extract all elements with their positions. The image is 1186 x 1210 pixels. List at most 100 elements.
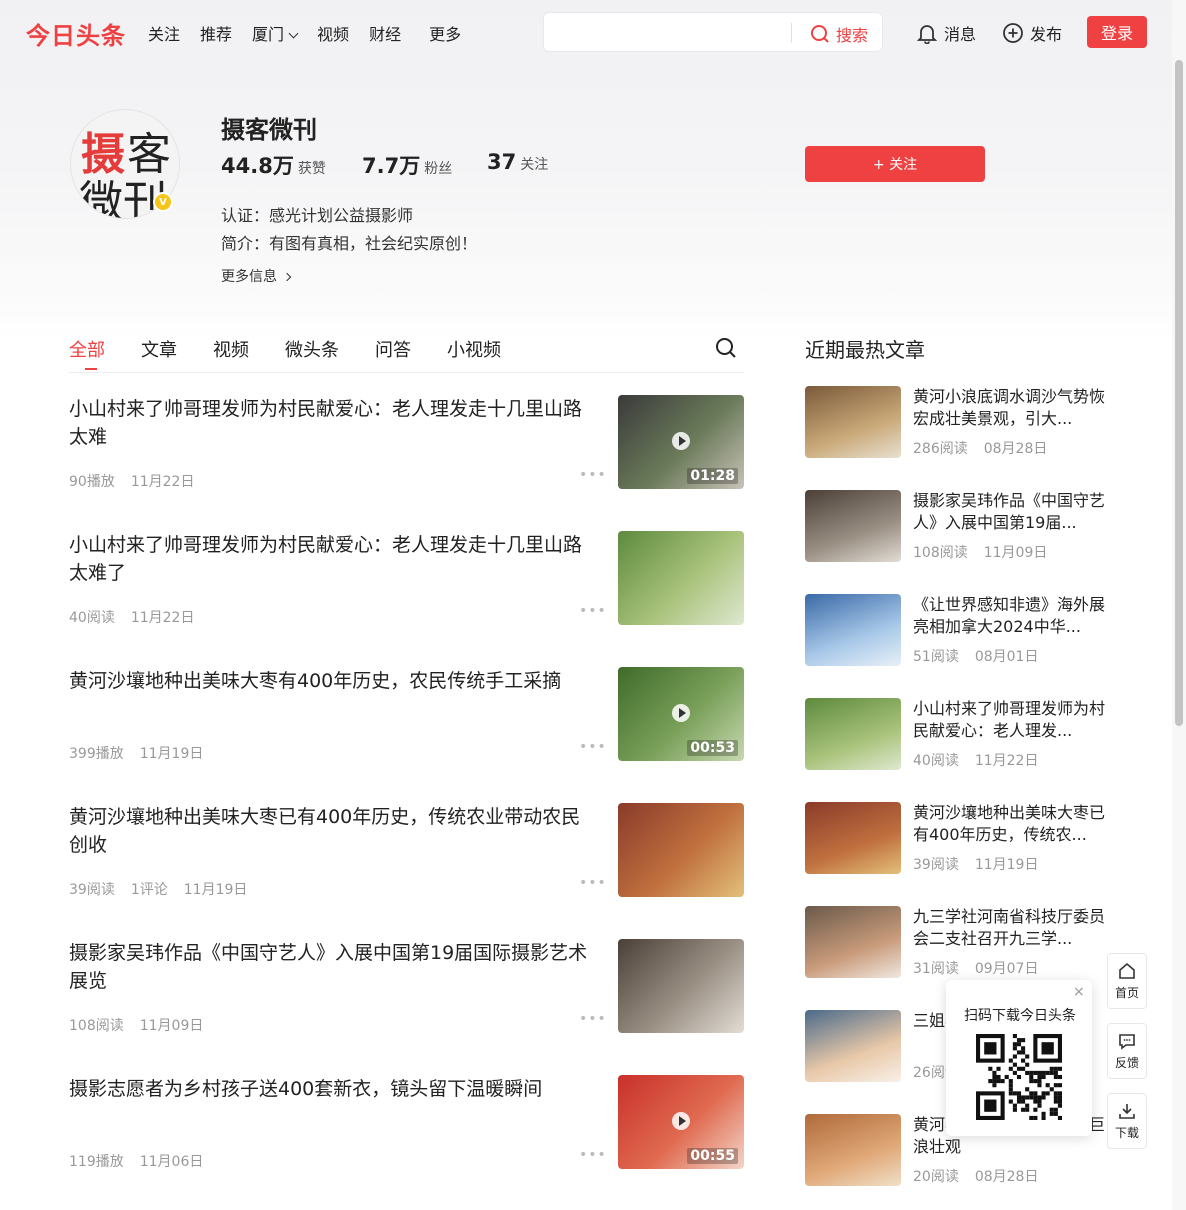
- hot-article-stat: 08月01日: [974, 649, 1039, 665]
- hot-article-item[interactable]: 摄影家吴玮作品《中国守艺人》入展中国第19届... 108阅读 11月09日: [805, 490, 1105, 564]
- search-icon: [716, 338, 736, 358]
- feed-item-title[interactable]: 小山村来了帅哥理发师为村民献爱心：老人理发走十几里山路太难了: [69, 531, 597, 587]
- tab-search-button[interactable]: [714, 336, 738, 364]
- hot-article-meta: 31阅读 09月07日: [913, 958, 1038, 978]
- search-button[interactable]: 搜索: [810, 22, 868, 46]
- follow-button[interactable]: + 关注: [805, 146, 985, 182]
- video-duration: 00:55: [687, 1148, 738, 1164]
- top-nav: 关注 推荐 厦门 视频 财经 更多: [148, 21, 481, 45]
- download-side-label: 下载: [1114, 1126, 1139, 1140]
- more-options-icon[interactable]: •••: [579, 1147, 607, 1163]
- more-info-link[interactable]: 更多信息: [221, 266, 292, 286]
- hot-article-thumbnail[interactable]: [805, 594, 901, 666]
- more-options-icon[interactable]: •••: [579, 875, 607, 891]
- hot-article-title[interactable]: 摄影家吴玮作品《中国守艺人》入展中国第19届...: [913, 490, 1105, 534]
- hot-article-stat: 39阅读: [913, 857, 959, 873]
- hot-article-stat: 09月07日: [974, 961, 1039, 977]
- nav-recommend[interactable]: 推荐: [200, 21, 232, 45]
- close-icon[interactable]: ×: [1073, 984, 1085, 1000]
- hot-article-meta: 51阅读 08月01日: [913, 646, 1038, 666]
- feed-item-title[interactable]: 小山村来了帅哥理发师为村民献爱心：老人理发走十几里山路太难: [69, 395, 597, 451]
- tab-videos[interactable]: 视频: [213, 336, 249, 362]
- feed-item-stat: 11月19日: [183, 882, 248, 898]
- more-options-icon[interactable]: •••: [579, 603, 607, 619]
- hot-article-thumbnail[interactable]: [805, 906, 901, 978]
- hot-article-item[interactable]: 黄河沙壤地种出美味大枣已有400年历史，传统农... 39阅读 11月19日: [805, 802, 1105, 876]
- feed-item[interactable]: 黄河沙壤地种出美味大枣已有400年历史，传统农业带动农民创收 39阅读 1评论 11…: [69, 803, 744, 899]
- feed-item-thumbnail[interactable]: 00:53: [618, 667, 744, 761]
- nav-city[interactable]: 厦门: [252, 21, 299, 45]
- feed-item[interactable]: 摄影家吴玮作品《中国守艺人》入展中国第19届国际摄影艺术展览 108阅读 11月0…: [69, 939, 744, 1035]
- hot-article-title[interactable]: 黄河沙壤地种出美味大枣已有400年历史，传统农...: [913, 802, 1105, 846]
- hot-article-item[interactable]: 九三学社河南省科技厅委员会二支社召开九三学... 31阅读 09月07日: [805, 906, 1105, 980]
- play-icon: [672, 704, 690, 722]
- hot-article-item[interactable]: 小山村来了帅哥理发师为村民献爱心：老人理发... 40阅读 11月22日: [805, 698, 1105, 772]
- hot-article-thumbnail[interactable]: [805, 802, 901, 874]
- feed-item[interactable]: 黄河沙壤地种出美味大枣有400年历史，农民传统手工采摘 399播放 11月19日 …: [69, 667, 744, 763]
- hot-article-item[interactable]: 黄河小浪底调水调沙气势恢宏成壮美景观，引大... 286阅读 08月28日: [805, 386, 1105, 460]
- tab-articles[interactable]: 文章: [141, 336, 177, 362]
- nav-finance[interactable]: 财经: [369, 21, 401, 45]
- feed-item-title[interactable]: 黄河沙壤地种出美味大枣有400年历史，农民传统手工采摘: [69, 667, 597, 695]
- feed-item-thumbnail[interactable]: [618, 531, 744, 625]
- scrollbar-thumb[interactable]: [1175, 60, 1183, 726]
- feed-item[interactable]: 摄影志愿者为乡村孩子送400套新衣，镜头留下温暖瞬间 119播放 11月06日 •…: [69, 1075, 744, 1171]
- hot-article-thumbnail[interactable]: [805, 698, 901, 770]
- toutiao-logo[interactable]: 今日头条: [26, 16, 126, 51]
- download-side-button[interactable]: 下载: [1107, 1093, 1147, 1149]
- feed-item-thumbnail[interactable]: [618, 803, 744, 897]
- tab-short-videos[interactable]: 小视频: [447, 336, 501, 362]
- feed-item[interactable]: 小山村来了帅哥理发师为村民献爱心：老人理发走十几里山路太难了 40阅读 11月22…: [69, 531, 744, 627]
- feed-item-title[interactable]: 摄影家吴玮作品《中国守艺人》入展中国第19届国际摄影艺术展览: [69, 939, 597, 995]
- feed-item-title[interactable]: 摄影志愿者为乡村孩子送400套新衣，镜头留下温暖瞬间: [69, 1075, 597, 1103]
- nav-video[interactable]: 视频: [317, 21, 349, 45]
- hot-article-thumbnail[interactable]: [805, 1114, 901, 1186]
- search-input[interactable]: [556, 22, 781, 42]
- home-side-button[interactable]: 首页: [1107, 953, 1147, 1009]
- publish-button[interactable]: 发布: [1002, 21, 1062, 45]
- likes-stat: 44.8万 获赞: [221, 150, 326, 180]
- hot-article-title[interactable]: 《让世界感知非遗》海外展亮相加拿大2024中华...: [913, 594, 1105, 638]
- more-options-icon[interactable]: •••: [579, 467, 607, 483]
- verification-text: 认证：感光计划公益摄影师: [221, 206, 414, 225]
- hot-article-stat: 286阅读: [913, 441, 968, 457]
- following-stat[interactable]: 37 关注: [487, 150, 548, 174]
- hot-article-stat: 51阅读: [913, 649, 959, 665]
- feed-item-thumbnail[interactable]: 01:28: [618, 395, 744, 489]
- hot-article-stat: 108阅读: [913, 545, 968, 561]
- messages-button[interactable]: 消息: [916, 21, 976, 45]
- feed-item-stat: 399播放: [69, 746, 124, 762]
- hot-article-thumbnail[interactable]: [805, 490, 901, 562]
- tab-qa[interactable]: 问答: [375, 336, 411, 362]
- hot-article-title[interactable]: 黄河小浪底调水调沙气势恢宏成壮美景观，引大...: [913, 386, 1105, 430]
- more-options-icon[interactable]: •••: [579, 739, 607, 755]
- hot-article-thumbnail[interactable]: [805, 386, 901, 458]
- feedback-side-button[interactable]: 反馈: [1107, 1023, 1147, 1079]
- more-options-icon[interactable]: •••: [579, 1011, 607, 1027]
- feed-item-title[interactable]: 黄河沙壤地种出美味大枣已有400年历史，传统农业带动农民创收: [69, 803, 597, 859]
- more-info-label: 更多信息: [221, 269, 277, 285]
- hot-article-title[interactable]: 小山村来了帅哥理发师为村民献爱心：老人理发...: [913, 698, 1105, 742]
- feed-item-thumbnail[interactable]: 00:55: [618, 1075, 744, 1169]
- nav-more[interactable]: 更多: [429, 21, 461, 45]
- hot-article-title[interactable]: 九三学社河南省科技厅委员会二支社召开九三学...: [913, 906, 1105, 950]
- login-button[interactable]: 登录: [1087, 16, 1147, 48]
- hot-articles-title: 近期最热文章: [805, 338, 925, 362]
- hot-article-thumbnail[interactable]: [805, 1010, 901, 1082]
- publish-label: 发布: [1030, 25, 1063, 44]
- search-button-label: 搜索: [836, 26, 869, 45]
- feed-item-meta: 90播放 11月22日: [69, 471, 194, 491]
- home-icon: [1119, 962, 1135, 979]
- feed-item-stat: 40阅读: [69, 610, 115, 626]
- feed-item[interactable]: 小山村来了帅哥理发师为村民献爱心：老人理发走十几里山路太难 90播放 11月22日…: [69, 395, 744, 491]
- tab-all[interactable]: 全部: [69, 336, 105, 370]
- feed-item-stat: 108阅读: [69, 1018, 124, 1034]
- nav-follow[interactable]: 关注: [148, 21, 180, 45]
- tab-micro-posts[interactable]: 微头条: [285, 336, 339, 362]
- hot-article-stat: 08月28日: [974, 1169, 1039, 1185]
- fans-stat[interactable]: 7.7万 粉丝: [362, 150, 452, 180]
- search-icon: [811, 25, 829, 43]
- likes-label: 获赞: [297, 161, 326, 177]
- feed-item-thumbnail[interactable]: [618, 939, 744, 1033]
- hot-article-item[interactable]: 《让世界感知非遗》海外展亮相加拿大2024中华... 51阅读 08月01日: [805, 594, 1105, 668]
